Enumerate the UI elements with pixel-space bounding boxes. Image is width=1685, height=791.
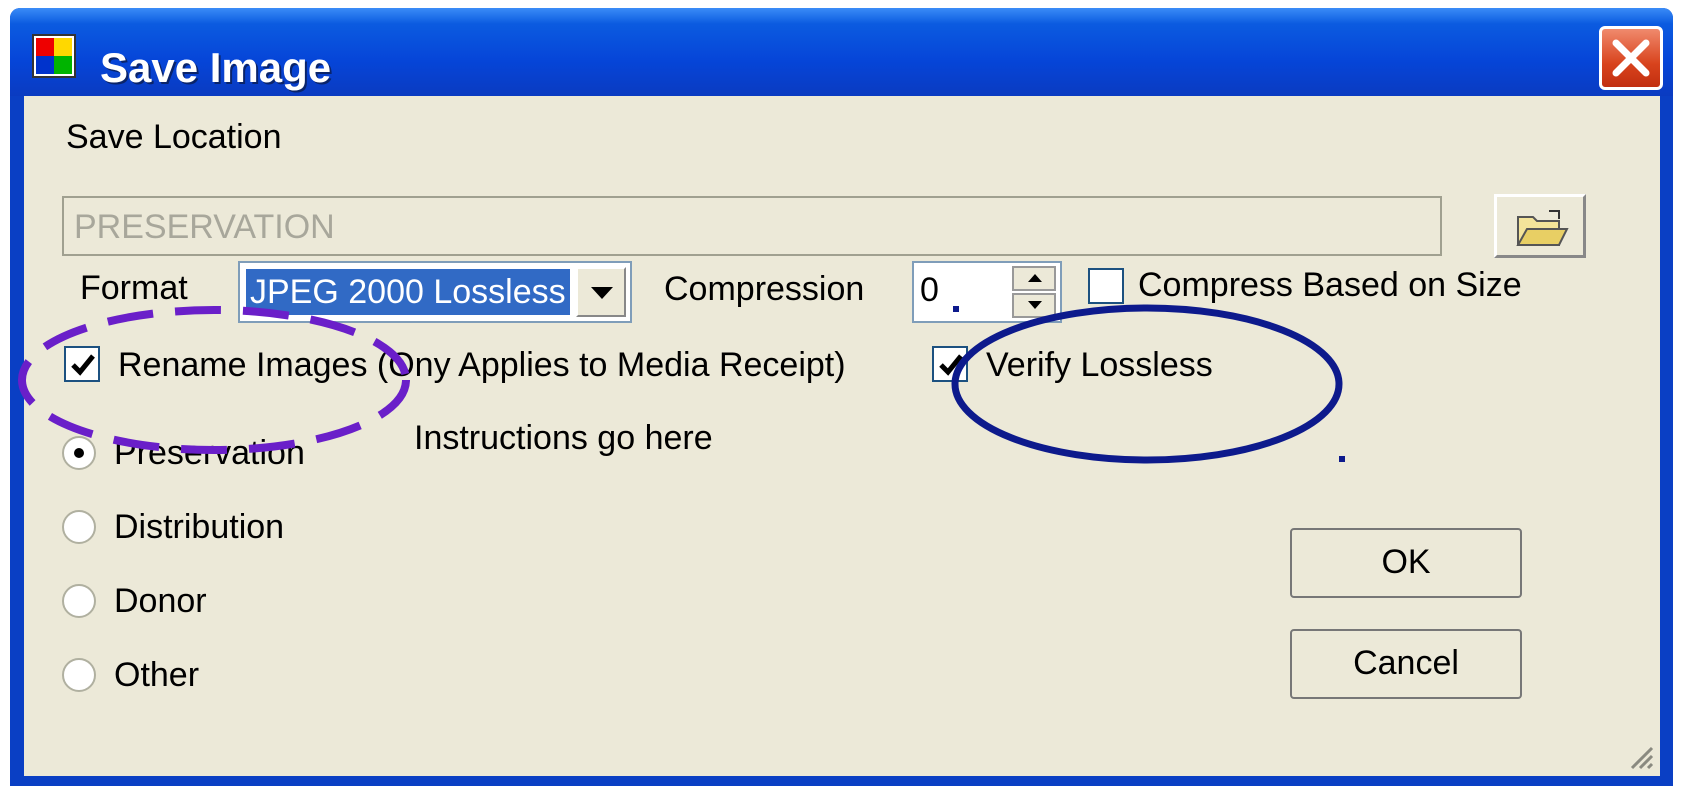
navy-dot-mark bbox=[1339, 456, 1345, 462]
navy-dot-mark bbox=[953, 306, 959, 312]
purple-dashed-annotation bbox=[18, 306, 410, 454]
navy-annotation bbox=[951, 304, 1343, 464]
annotation-overlay bbox=[18, 304, 1345, 464]
